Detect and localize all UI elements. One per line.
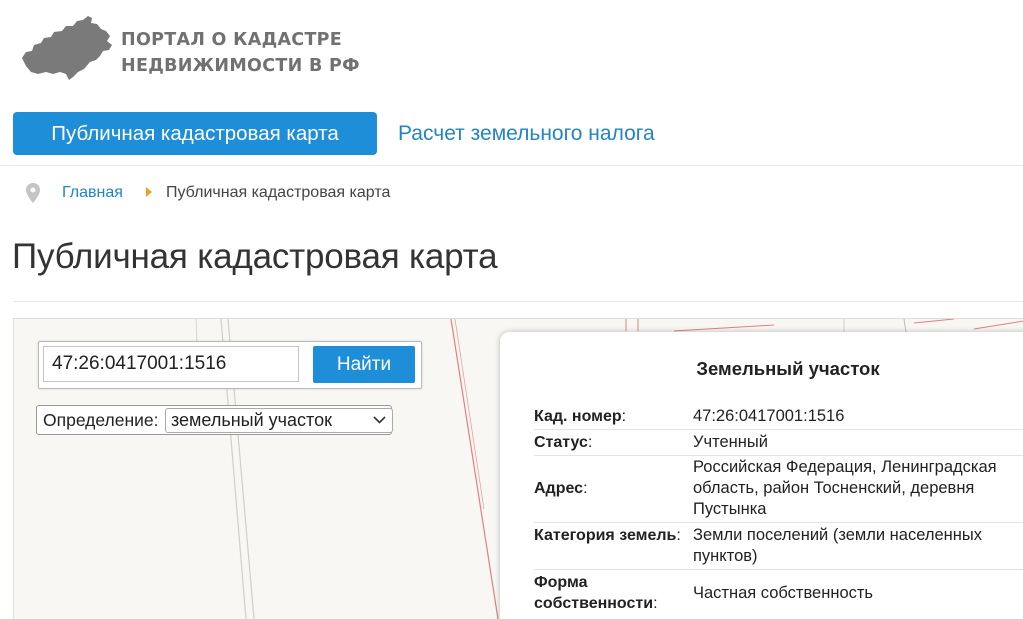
attribute-value: Российская Федерация, Ленинградская обла… (693, 458, 997, 518)
definition-filter: Определение: земельный участок (36, 405, 393, 435)
attribute-label: Кад. номер: (534, 408, 627, 425)
breadcrumb-current: Публичная кадастровая карта (166, 184, 391, 201)
cadastral-map[interactable]: Найти Определение: земельный участок Зем… (13, 318, 1023, 619)
cadastral-number-input[interactable] (43, 346, 299, 382)
russia-map-logo-icon (22, 16, 112, 80)
attribute-label: Статус: (534, 434, 593, 451)
attribute-label: Форма собственности: (534, 574, 658, 612)
logo-line-1: ПОРТАЛ О КАДАСТРЕ (121, 30, 343, 50)
attribute-value: Земли поселений (земли населенных пункто… (693, 526, 982, 565)
panel-title: Земельный участок (696, 358, 880, 379)
location-pin-icon (26, 183, 40, 203)
attribute-row-ownership: Форма собственности: Частная собственнос… (534, 569, 1023, 619)
attribute-row-land-category: Категория земель: Земли поселений (земли… (534, 522, 1023, 570)
site-logo-text: ПОРТАЛ О КАДАСТРЕ НЕДВИЖИМОСТИ В РФ (121, 27, 360, 79)
search-bar: Найти (38, 341, 422, 389)
chevron-down-icon (373, 416, 386, 424)
attribute-row-address: Адрес: Российская Федерация, Ленинградск… (534, 455, 1023, 523)
breadcrumb-home-link[interactable]: Главная (62, 184, 123, 202)
attribute-value: 47:26:0417001:1516 (693, 407, 845, 425)
breadcrumb-arrow-icon (146, 187, 152, 197)
tab-public-cadastral-map[interactable]: Публичная кадастровая карта (13, 112, 377, 155)
search-button[interactable]: Найти (313, 346, 415, 383)
logo-line-2: НЕДВИЖИМОСТИ В РФ (121, 56, 360, 76)
title-divider (13, 301, 1023, 302)
definition-select[interactable]: земельный участок (165, 408, 393, 433)
tab-land-tax-calculation[interactable]: Расчет земельного налога (398, 112, 655, 155)
attribute-row-status: Статус: Учтенный (534, 429, 1023, 456)
page-title: Публичная кадастровая карта (12, 237, 498, 276)
attribute-value: Учтенный (693, 433, 768, 451)
attribute-row-cadastral-number: Кад. номер: 47:26:0417001:1516 (534, 402, 1023, 430)
definition-label: Определение: (43, 410, 159, 430)
attribute-label: Адрес: (534, 480, 588, 497)
main-nav: Публичная кадастровая карта Расчет земел… (0, 103, 1023, 166)
parcel-info-panel: Земельный участок Кад. номер: 47:26:0417… (500, 332, 1023, 619)
attribute-label: Категория земель: (534, 527, 681, 544)
definition-selected-value: земельный участок (171, 410, 332, 430)
attribute-value: Частная собственность (693, 584, 874, 602)
